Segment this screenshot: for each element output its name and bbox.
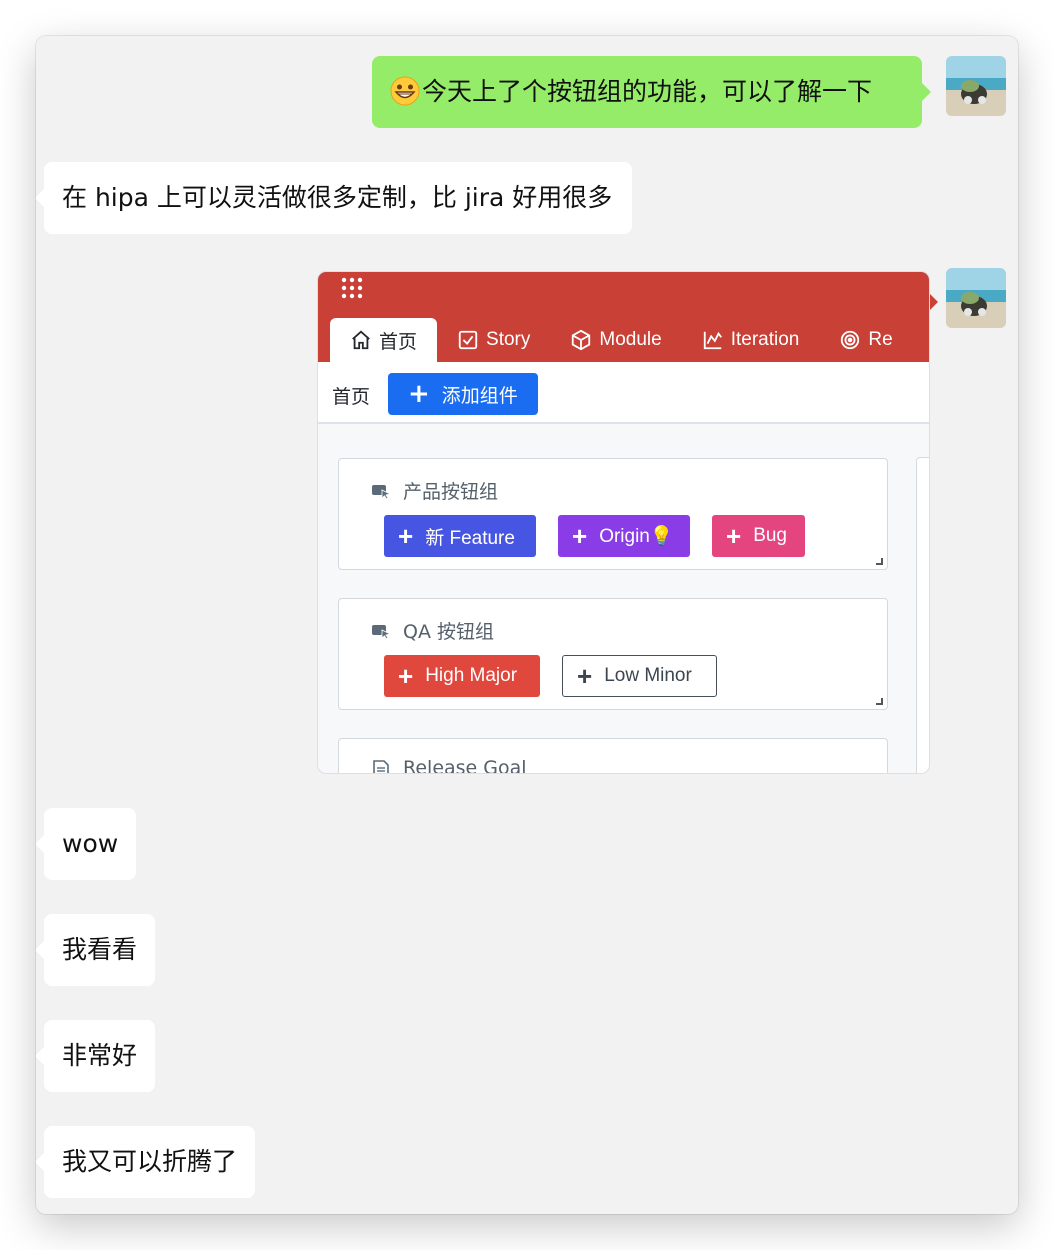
tab-bar: 首页 Story Module Iteration Re — [330, 318, 913, 362]
message-text: wow — [62, 829, 119, 858]
button-label: High Major — [425, 665, 518, 686]
release-goal-panel: Release Goal — [338, 738, 888, 773]
bug-button[interactable]: + Bug — [712, 515, 805, 557]
tab-story[interactable]: Story — [437, 318, 550, 362]
low-minor-button[interactable]: + Low Minor — [562, 655, 717, 697]
message-bubble-outgoing[interactable]: 今天上了个按钮组的功能，可以了解一下 — [372, 56, 931, 128]
button-label: Origin💡 — [599, 526, 674, 547]
panel-header: QA 按钮组 — [371, 617, 494, 644]
apps-grid-icon[interactable] — [340, 276, 364, 300]
button-label: 添加组件 — [441, 384, 518, 407]
checkbox-icon — [458, 330, 478, 350]
tab-label: Iteration — [730, 329, 800, 350]
message-bubble-incoming[interactable]: 我又可以折腾了 — [36, 1126, 256, 1198]
tab-label: Re — [868, 329, 893, 350]
message-text: 非常好 — [62, 1041, 138, 1070]
chart-icon — [703, 331, 722, 350]
breadcrumb-home[interactable]: 首页 — [332, 382, 370, 409]
panel-header: Release Goal — [371, 757, 527, 773]
app-topbar: 首页 Story Module Iteration Re — [318, 272, 929, 362]
tab-label: Story — [486, 329, 531, 350]
high-major-button[interactable]: + High Major — [384, 655, 540, 697]
message-bubble-incoming[interactable]: wow — [36, 808, 137, 880]
chat-window: 今天上了个按钮组的功能，可以了解一下 在 hipa 上可以灵活做很多定制，比 j… — [36, 36, 1018, 1214]
add-component-button[interactable]: + 添加组件 — [388, 373, 538, 415]
tab-module[interactable]: Module — [550, 318, 681, 362]
message-bubble-incoming[interactable]: 非常好 — [36, 1020, 156, 1092]
target-icon — [841, 330, 860, 350]
panel-title: QA 按钮组 — [403, 621, 494, 643]
new-feature-button[interactable]: + 新 Feature — [384, 515, 536, 557]
toolbar: 首页 + 添加组件 — [318, 362, 929, 424]
pointer-click-icon — [372, 624, 391, 639]
plus-icon: + — [408, 379, 430, 409]
tab-iteration[interactable]: Iteration — [682, 318, 820, 362]
avatar-image — [946, 56, 1006, 116]
product-button-group-panel: 产品按钮组 + 新 Feature + Origin💡 + Bug — [338, 458, 888, 570]
qa-button-group-panel: QA 按钮组 + High Major + Low Minor — [338, 598, 888, 710]
button-label: 新 Feature — [425, 527, 515, 549]
panel-header: 产品按钮组 — [371, 477, 498, 504]
plus-icon: + — [726, 521, 742, 551]
document-icon — [373, 760, 389, 773]
message-text: 我看看 — [62, 935, 138, 964]
pointer-click-icon — [372, 484, 391, 499]
message-text: 今天上了个按钮组的功能，可以了解一下 — [422, 77, 873, 106]
tab-label: 首页 — [379, 331, 418, 353]
home-icon — [352, 330, 370, 350]
button-row: + High Major + Low Minor — [384, 655, 717, 697]
resize-handle[interactable] — [876, 698, 883, 705]
message-bubble-incoming[interactable]: 我看看 — [36, 914, 156, 986]
avatar-me[interactable] — [946, 268, 1006, 328]
button-row: + 新 Feature + Origin💡 + Bug — [384, 515, 805, 557]
resize-handle[interactable] — [876, 558, 883, 565]
plus-icon: + — [398, 521, 414, 551]
message-bubble-incoming[interactable]: 在 hipa 上可以灵活做很多定制，比 jira 好用很多 — [36, 162, 632, 234]
cube-icon — [572, 329, 591, 351]
avatar-me[interactable] — [946, 56, 1006, 116]
plus-icon: + — [577, 661, 593, 691]
grinning-face-emoji-icon — [390, 76, 420, 106]
tab-home[interactable]: 首页 — [330, 318, 438, 362]
panel-title: Release Goal — [403, 757, 527, 773]
tab-release[interactable]: Re — [819, 318, 912, 362]
tab-label: Module — [599, 329, 662, 350]
origin-button[interactable]: + Origin💡 — [558, 515, 690, 557]
plus-icon: + — [572, 521, 588, 551]
panel-title: 产品按钮组 — [403, 481, 499, 503]
plus-icon: + — [398, 661, 414, 691]
button-label: Bug — [753, 525, 787, 546]
screenshot-image-message[interactable]: 首页 Story Module Iteration Re 首页 + 添加组件 产… — [318, 272, 929, 773]
image-bubble-tail — [929, 293, 938, 311]
message-text: 我又可以折腾了 — [62, 1147, 238, 1176]
side-panel-edge — [916, 457, 929, 773]
button-label: Low Minor — [604, 665, 692, 686]
avatar-image — [946, 268, 1006, 328]
message-text: 在 hipa 上可以灵活做很多定制，比 jira 好用很多 — [62, 183, 613, 212]
